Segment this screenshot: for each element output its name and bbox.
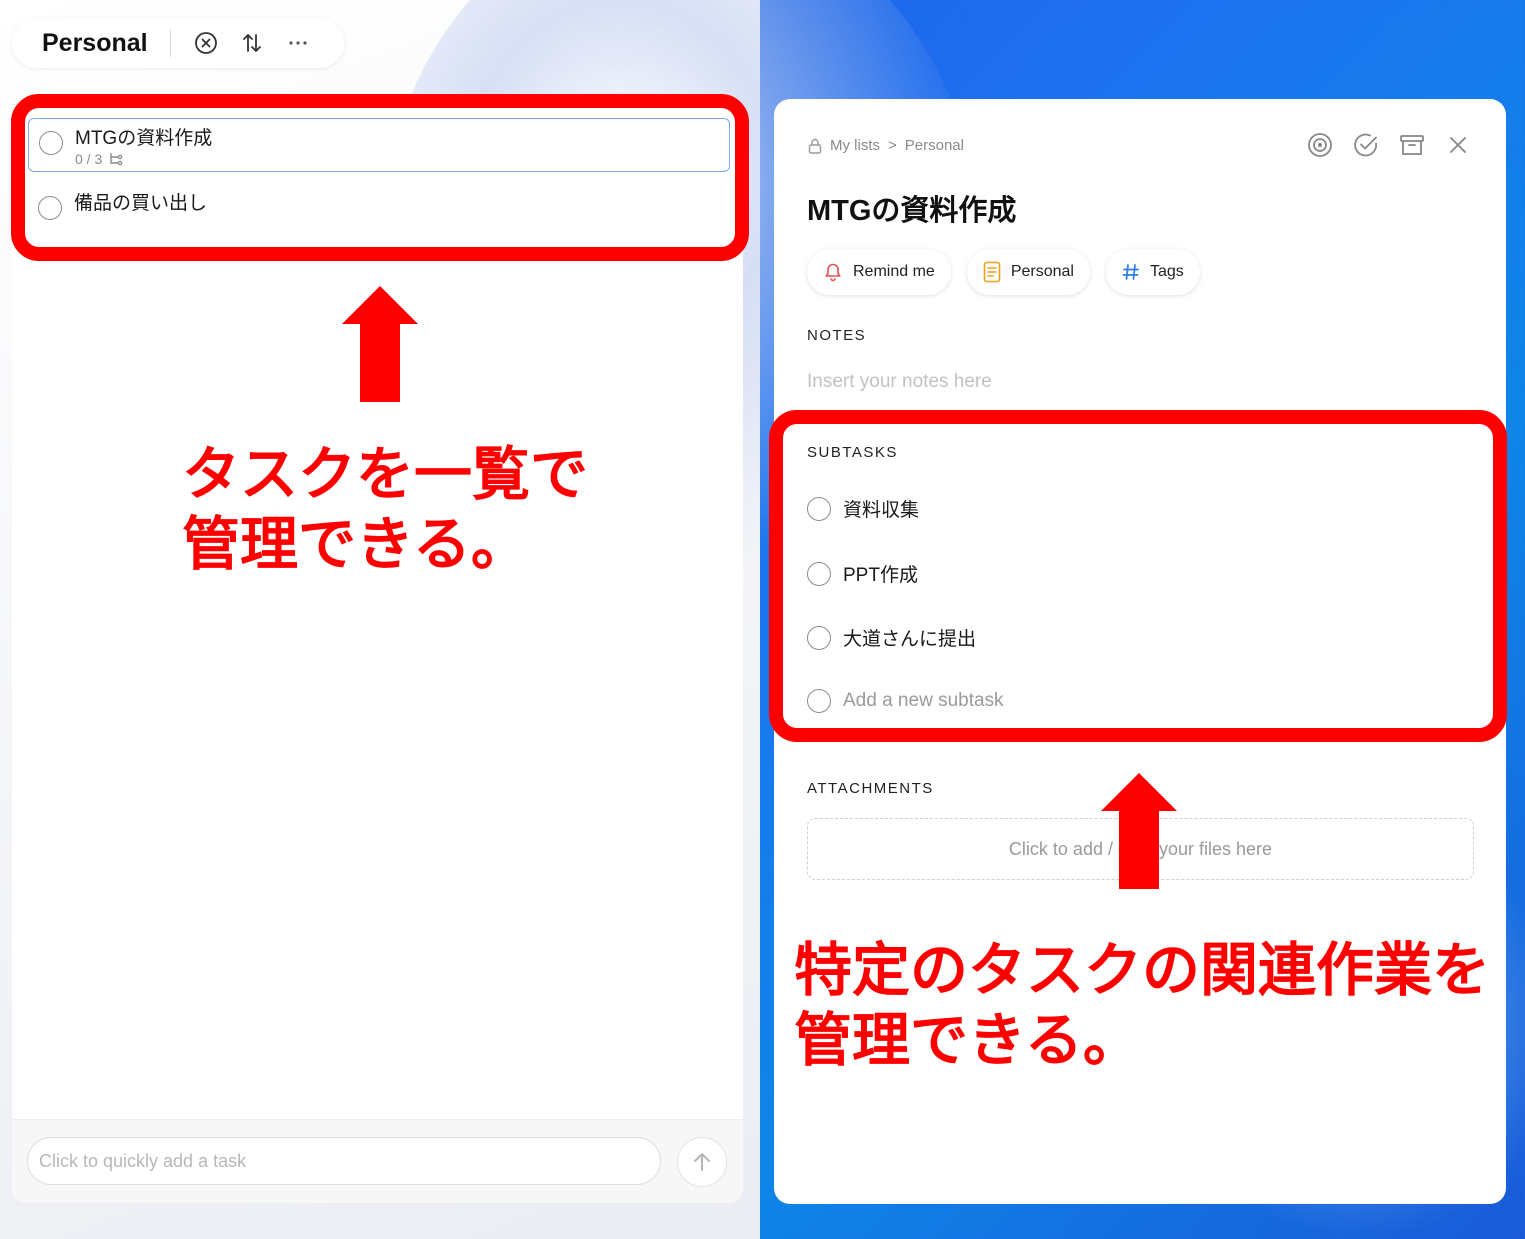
subtasks-highlight xyxy=(769,410,1507,742)
header-divider xyxy=(169,29,171,57)
submit-button[interactable] xyxy=(677,1137,727,1187)
breadcrumb: My lists > Personal xyxy=(808,137,964,154)
hash-icon xyxy=(1122,264,1139,280)
bell-icon xyxy=(825,263,841,282)
sort-icon[interactable] xyxy=(239,30,265,56)
task-list-highlight xyxy=(11,94,749,261)
task-detail-title[interactable]: MTGの資料作成 xyxy=(807,187,1016,229)
quick-add-bar: Click to quickly add a task xyxy=(12,1119,743,1203)
tags-button[interactable]: Tags xyxy=(1105,249,1200,295)
archive-icon[interactable] xyxy=(1398,131,1426,159)
more-icon[interactable] xyxy=(285,30,311,56)
clear-icon[interactable] xyxy=(193,30,219,56)
breadcrumb-current[interactable]: Personal xyxy=(905,137,964,154)
list-chip[interactable]: Personal xyxy=(966,249,1090,295)
remind-me-label: Remind me xyxy=(853,263,935,280)
complete-icon[interactable] xyxy=(1352,131,1380,159)
breadcrumb-root[interactable]: My lists xyxy=(830,137,880,154)
list-header: Personal xyxy=(12,18,344,68)
list-chip-label: Personal xyxy=(1010,263,1074,280)
up-arrow-icon xyxy=(1101,773,1177,889)
breadcrumb-separator: > xyxy=(888,137,897,154)
up-arrow-icon xyxy=(342,286,418,402)
left-annotation-caption: タスクを一覧で 管理できる。 xyxy=(182,440,589,578)
task-chips: Remind me Personal Tags xyxy=(807,249,1200,295)
notes-label: NOTES xyxy=(807,327,867,344)
remind-me-button[interactable]: Remind me xyxy=(807,249,951,295)
attachments-label: ATTACHMENTS xyxy=(807,780,934,797)
note-icon xyxy=(983,261,1001,283)
tags-label: Tags xyxy=(1149,263,1184,280)
notes-input[interactable]: Insert your notes here xyxy=(807,371,992,393)
arrow-up-icon xyxy=(694,1153,710,1171)
quick-add-input[interactable]: Click to quickly add a task xyxy=(27,1137,661,1185)
lock-icon xyxy=(808,138,822,154)
detail-toolbar xyxy=(1306,131,1472,159)
task-list-panel: MTGの資料作成 0 / 3 備品の買い出し Click to quickly … xyxy=(12,100,743,1203)
focus-icon[interactable] xyxy=(1306,131,1334,159)
close-icon[interactable] xyxy=(1444,131,1472,159)
right-annotation-caption: 特定のタスクの関連作業を 管理できる。 xyxy=(794,936,1491,1074)
list-title: Personal xyxy=(42,28,148,57)
